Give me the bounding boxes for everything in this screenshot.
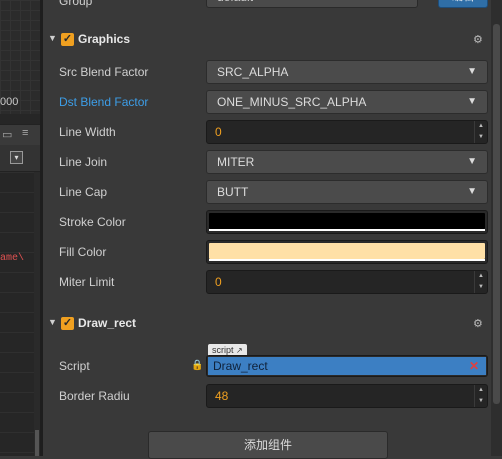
- border-radius-value: 48: [215, 389, 229, 403]
- panel-toolbar: ▭ ≡: [0, 124, 40, 146]
- src-blend-factor-select[interactable]: SRC_ALPHA ▼: [206, 60, 488, 84]
- hamburger-icon[interactable]: ≡: [22, 127, 28, 139]
- fill-color-label: Fill Color: [59, 245, 107, 259]
- script-field[interactable]: Draw_rect ✕: [206, 355, 488, 377]
- chevron-down-icon: ▼: [467, 96, 477, 107]
- collapse-arrow-icon[interactable]: ▼: [48, 317, 57, 327]
- graphics-enabled-checkbox[interactable]: ✓: [61, 33, 74, 46]
- src-blend-factor-value: SRC_ALPHA: [217, 65, 289, 79]
- dst-blend-factor-label: Dst Blend Factor: [59, 95, 149, 109]
- lock-icon[interactable]: 🔒: [191, 360, 203, 371]
- external-link-icon[interactable]: ↗: [236, 346, 243, 355]
- line-join-label: Line Join: [59, 155, 108, 169]
- draw-rect-header[interactable]: ▼ ✓ Draw_rect ⚙: [43, 311, 491, 335]
- line-width-label: Line Width: [59, 125, 116, 139]
- script-value[interactable]: Draw_rect: [208, 357, 486, 375]
- code-fragment: ame\: [0, 253, 25, 264]
- code-list: [0, 172, 34, 456]
- line-join-value: MITER: [217, 155, 255, 169]
- graphics-header[interactable]: ▼ ✓ Graphics ⚙: [43, 27, 491, 51]
- alpha-bar: [209, 229, 485, 231]
- collapse-arrow-icon[interactable]: ▼: [48, 33, 57, 43]
- line-cap-select[interactable]: BUTT ▼: [206, 180, 488, 204]
- left-scrollbar-thumb[interactable]: [35, 430, 39, 456]
- graphics-title: Graphics: [78, 32, 131, 46]
- fill-color-swatch: [209, 243, 485, 259]
- gear-icon[interactable]: ⚙: [473, 317, 483, 330]
- miter-limit-input[interactable]: 0 ▲ ▼: [206, 270, 488, 294]
- stroke-color-label: Stroke Color: [59, 215, 126, 229]
- panel-icon[interactable]: ▭: [2, 128, 12, 141]
- line-width-input[interactable]: 0 ▲ ▼: [206, 120, 488, 144]
- miter-limit-value: 0: [215, 275, 222, 289]
- stroke-color-picker[interactable]: [206, 210, 488, 234]
- border-radius-input[interactable]: 48 ▲ ▼: [206, 384, 488, 408]
- stepper-icon[interactable]: ▲ ▼: [474, 271, 487, 293]
- close-icon[interactable]: ✕: [469, 357, 479, 375]
- src-blend-factor-label: Src Blend Factor: [59, 65, 149, 79]
- draw-rect-enabled-checkbox[interactable]: ✓: [61, 317, 74, 330]
- group-select-value: default: [217, 0, 253, 4]
- draw-rect-title: Draw_rect: [78, 316, 137, 330]
- stepper-icon[interactable]: ▲ ▼: [474, 385, 487, 407]
- edit-group-button[interactable]: 编辑: [438, 0, 488, 8]
- panel-divider[interactable]: [40, 0, 43, 456]
- dropdown-toggle-icon[interactable]: ▾: [10, 151, 23, 164]
- fill-color-picker[interactable]: [206, 240, 488, 264]
- border-radius-label: Border Radiu: [59, 389, 130, 403]
- alpha-bar: [209, 259, 485, 261]
- chevron-down-icon: ▼: [467, 66, 477, 77]
- group-select[interactable]: default ▼: [206, 0, 418, 8]
- gear-icon[interactable]: ⚙: [473, 33, 483, 46]
- miter-limit-label: Miter Limit: [59, 275, 115, 289]
- script-tag-text: script: [212, 345, 234, 355]
- line-join-select[interactable]: MITER ▼: [206, 150, 488, 174]
- line-width-value: 0: [215, 125, 222, 139]
- chevron-down-icon: ▼: [467, 186, 477, 197]
- line-cap-value: BUTT: [217, 185, 249, 199]
- stroke-color-swatch: [209, 213, 485, 229]
- dst-blend-factor-value: ONE_MINUS_SRC_ALPHA: [217, 95, 367, 109]
- line-cap-label: Line Cap: [59, 185, 108, 199]
- chevron-down-icon: ▼: [397, 0, 407, 7]
- chevron-down-icon: ▼: [467, 156, 477, 167]
- dst-blend-factor-select[interactable]: ONE_MINUS_SRC_ALPHA ▼: [206, 90, 488, 114]
- add-component-button[interactable]: 添加组件: [148, 431, 388, 459]
- axis-number: 000: [0, 96, 19, 108]
- group-label: Group: [59, 0, 93, 8]
- inspector-scrollbar-thumb[interactable]: [493, 24, 500, 404]
- script-label: Script: [59, 359, 90, 373]
- stepper-icon[interactable]: ▲ ▼: [474, 121, 487, 143]
